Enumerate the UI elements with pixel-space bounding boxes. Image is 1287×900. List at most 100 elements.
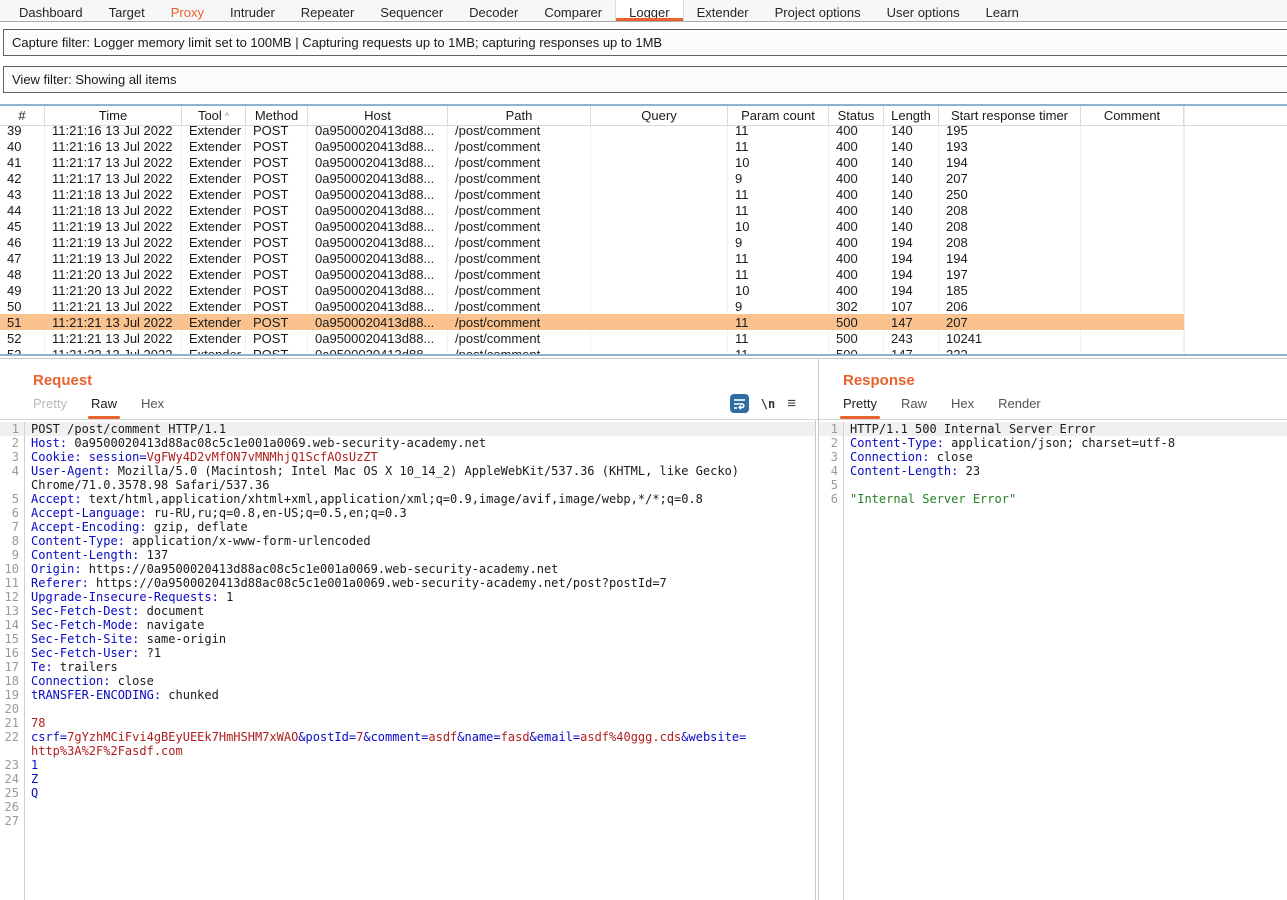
cell-length: 140 [884, 154, 939, 170]
column-header-path[interactable]: Path [448, 106, 591, 125]
line-content: csrf=7gYzhMCiFvi4gBEyUEEk7HmHSHM7xWAO&po… [25, 730, 746, 744]
cell-time: 11:21:21 13 Jul 2022 [45, 298, 182, 314]
column-label: Time [99, 108, 127, 123]
cell-query [591, 138, 728, 154]
cell-start-response-timer: 207 [939, 314, 1081, 330]
line-number: 20 [0, 702, 25, 716]
line-content: Upgrade-Insecure-Requests: 1 [25, 590, 233, 604]
menu-tab-comparer[interactable]: Comparer [531, 0, 615, 21]
request-line: 13Sec-Fetch-Dest: document [0, 604, 815, 618]
cell--: 50 [0, 298, 45, 314]
menu-tab-learn[interactable]: Learn [973, 0, 1032, 21]
menu-tab-intruder[interactable]: Intruder [217, 0, 288, 21]
column-header-method[interactable]: Method [246, 106, 308, 125]
response-tab-pretty[interactable]: Pretty [831, 392, 889, 419]
table-row[interactable]: 4811:21:20 13 Jul 2022ExtenderPOST0a9500… [0, 266, 1184, 282]
menu-tab-dashboard[interactable]: Dashboard [6, 0, 96, 21]
menu-tab-logger[interactable]: Logger [615, 0, 683, 21]
cell-tool: Extender [182, 138, 246, 154]
column-header--[interactable]: # [0, 106, 45, 125]
response-tab-render[interactable]: Render [986, 392, 1053, 419]
cell--: 47 [0, 250, 45, 266]
line-content: Content-Length: 137 [25, 548, 168, 562]
request-line: Chrome/71.0.3578.98 Safari/537.36 [0, 478, 815, 492]
cell-tool: Extender [182, 186, 246, 202]
menu-tab-project-options[interactable]: Project options [762, 0, 874, 21]
response-tab-hex[interactable]: Hex [939, 392, 986, 419]
table-row[interactable]: 4111:21:17 13 Jul 2022ExtenderPOST0a9500… [0, 154, 1184, 170]
editor-menu-button[interactable]: ≡ [787, 395, 796, 412]
newline-toggle-button[interactable]: \n [761, 397, 775, 411]
table-row[interactable]: 5111:21:21 13 Jul 2022ExtenderPOST0a9500… [0, 314, 1184, 330]
cell-time: 11:21:20 13 Jul 2022 [45, 282, 182, 298]
cell-length: 194 [884, 282, 939, 298]
response-panel: Response PrettyRawHexRender 1HTTP/1.1 50… [819, 359, 1287, 900]
menu-tab-decoder[interactable]: Decoder [456, 0, 531, 21]
table-row[interactable]: 5011:21:21 13 Jul 2022ExtenderPOST0a9500… [0, 298, 1184, 314]
cell-path: /post/comment [448, 170, 591, 186]
table-row[interactable]: 4611:21:19 13 Jul 2022ExtenderPOST0a9500… [0, 234, 1184, 250]
column-header-start-response-timer[interactable]: Start response timer [939, 106, 1081, 125]
cell-param-count: 10 [728, 154, 829, 170]
menu-tab-target[interactable]: Target [96, 0, 158, 21]
line-number: 5 [0, 492, 25, 506]
line-number: 25 [0, 786, 25, 800]
menu-tab-sequencer[interactable]: Sequencer [367, 0, 456, 21]
column-header-host[interactable]: Host [308, 106, 448, 125]
request-tab-raw[interactable]: Raw [79, 392, 129, 419]
cell-method: POST [246, 138, 308, 154]
column-header-status[interactable]: Status [829, 106, 884, 125]
column-header-time[interactable]: Time [45, 106, 182, 125]
request-editor[interactable]: 1POST /post/comment HTTP/1.12Host: 0a950… [0, 420, 816, 900]
log-table: # Time Tool^MethodHostPathQueryParam count… [0, 104, 1287, 356]
table-row[interactable]: 4411:21:18 13 Jul 2022ExtenderPOST0a9500… [0, 202, 1184, 218]
cell-path: /post/comment [448, 202, 591, 218]
request-line: 15Sec-Fetch-Site: same-origin [0, 632, 815, 646]
cell--: 43 [0, 186, 45, 202]
line-number: 16 [0, 646, 25, 660]
cell--: 41 [0, 154, 45, 170]
cell-length: 140 [884, 218, 939, 234]
wrap-lines-button[interactable] [730, 394, 749, 413]
menu-tab-user-options[interactable]: User options [874, 0, 973, 21]
table-row[interactable]: 4711:21:19 13 Jul 2022ExtenderPOST0a9500… [0, 250, 1184, 266]
column-header-param-count[interactable]: Param count [728, 106, 829, 125]
line-number: 6 [819, 492, 844, 506]
table-row[interactable]: 4511:21:19 13 Jul 2022ExtenderPOST0a9500… [0, 218, 1184, 234]
request-line: 17Te: trailers [0, 660, 815, 674]
request-tab-hex[interactable]: Hex [129, 392, 176, 419]
menu-tab-extender[interactable]: Extender [684, 0, 762, 21]
cell-query [591, 250, 728, 266]
cell-comment [1081, 154, 1184, 170]
cell-query [591, 314, 728, 330]
column-header-comment[interactable]: Comment [1081, 106, 1184, 125]
line-content: Content-Type: application/x-www-form-url… [25, 534, 371, 548]
view-filter-bar[interactable]: View filter: Showing all items [3, 66, 1287, 93]
cell-length: 140 [884, 170, 939, 186]
line-number: 17 [0, 660, 25, 674]
cell-host: 0a9500020413d88... [308, 154, 448, 170]
table-row[interactable]: 4911:21:20 13 Jul 2022ExtenderPOST0a9500… [0, 282, 1184, 298]
column-header-query[interactable]: Query [591, 106, 728, 125]
table-row[interactable]: 4211:21:17 13 Jul 2022ExtenderPOST0a9500… [0, 170, 1184, 186]
response-tab-raw[interactable]: Raw [889, 392, 939, 419]
menu-tab-repeater[interactable]: Repeater [288, 0, 367, 21]
table-row[interactable]: 4311:21:18 13 Jul 2022ExtenderPOST0a9500… [0, 186, 1184, 202]
column-header-length[interactable]: Length [884, 106, 939, 125]
cell-tool: Extender [182, 234, 246, 250]
cell--: 51 [0, 314, 45, 330]
response-editor[interactable]: 1HTTP/1.1 500 Internal Server Error2Cont… [819, 420, 1287, 900]
cell-time: 11:21:19 13 Jul 2022 [45, 250, 182, 266]
table-row[interactable]: 5211:21:21 13 Jul 2022ExtenderPOST0a9500… [0, 330, 1184, 346]
cell-query [591, 170, 728, 186]
table-row[interactable]: 4011:21:16 13 Jul 2022ExtenderPOST0a9500… [0, 138, 1184, 154]
menu-tab-proxy[interactable]: Proxy [158, 0, 217, 21]
request-tab-pretty[interactable]: Pretty [21, 392, 79, 419]
request-line: 24Z [0, 772, 815, 786]
column-header-tool[interactable]: Tool^ [182, 106, 246, 125]
capture-filter-bar[interactable]: Capture filter: Logger memory limit set … [3, 29, 1287, 56]
log-table-body: 3911:21:16 13 Jul 2022ExtenderPOST0a9500… [0, 122, 1287, 356]
cell-param-count: 10 [728, 218, 829, 234]
table-row[interactable]: 5311:21:22 13 Jul 2022ExtenderPOST0a9500… [0, 346, 1184, 356]
request-line: 4User-Agent: Mozilla/5.0 (Macintosh; Int… [0, 464, 815, 478]
